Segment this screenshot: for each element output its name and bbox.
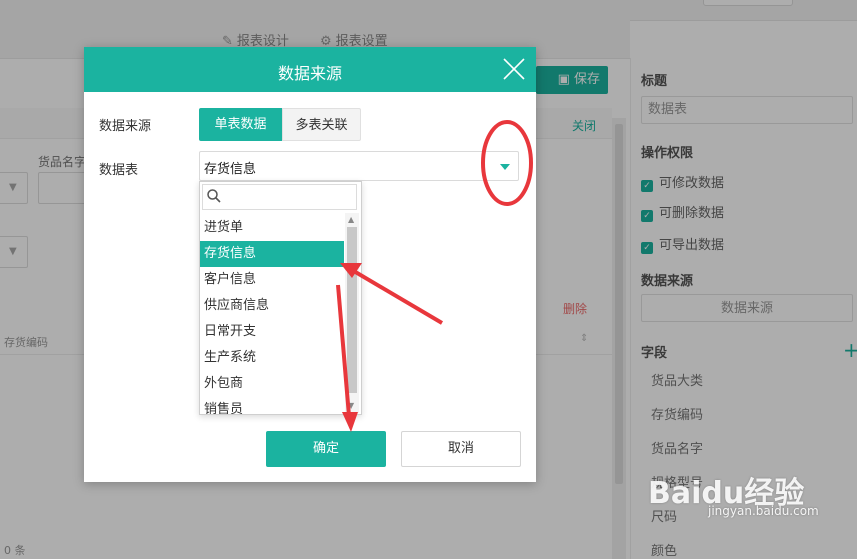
single-table-tab[interactable]: 单表数据 bbox=[199, 108, 282, 141]
dropdown-search-input[interactable] bbox=[202, 184, 357, 210]
dropdown-option[interactable]: 进货单 bbox=[200, 215, 344, 241]
dropdown-option[interactable]: 存货信息 bbox=[200, 241, 344, 267]
caret-down-icon[interactable] bbox=[500, 164, 510, 170]
dropdown-option[interactable]: 客户信息 bbox=[200, 267, 344, 293]
scroll-up-icon[interactable]: ▲ bbox=[348, 215, 354, 224]
scroll-down-icon[interactable]: ▼ bbox=[348, 401, 354, 410]
dropdown-option[interactable]: 供应商信息 bbox=[200, 293, 344, 319]
dropdown-scroll-thumb[interactable] bbox=[347, 227, 357, 393]
source-type-label: 数据来源 bbox=[99, 119, 152, 134]
close-icon[interactable] bbox=[502, 57, 526, 81]
table-label: 数据表 bbox=[99, 163, 139, 178]
table-select[interactable]: 存货信息 bbox=[199, 151, 519, 181]
dropdown-options: 进货单 存货信息 客户信息 供应商信息 日常开支 生产系统 外包商 销售员 bbox=[200, 215, 344, 414]
data-source-dialog: 数据来源 数据来源 单表数据 多表关联 数据表 存货信息 进货单 存货信息 客户信息… bbox=[84, 47, 536, 482]
dropdown-option[interactable]: 日常开支 bbox=[200, 319, 344, 345]
watermark-url: jingyan.baidu.com bbox=[708, 504, 819, 518]
dropdown-scrollbar[interactable]: ▲ ▼ bbox=[345, 213, 359, 413]
table-dropdown: 进货单 存货信息 客户信息 供应商信息 日常开支 生产系统 外包商 销售员 ▲ ▼ bbox=[199, 181, 362, 415]
cancel-button[interactable]: 取消 bbox=[401, 431, 521, 467]
confirm-button[interactable]: 确定 bbox=[266, 431, 386, 467]
dropdown-option[interactable]: 销售员 bbox=[200, 397, 344, 414]
selected-table: 存货信息 bbox=[204, 162, 257, 177]
search-icon bbox=[207, 189, 221, 203]
dialog-title: 数据来源 bbox=[277, 64, 342, 83]
dropdown-option[interactable]: 生产系统 bbox=[200, 345, 344, 371]
dialog-header: 数据来源 bbox=[84, 47, 536, 92]
dropdown-option[interactable]: 外包商 bbox=[200, 371, 344, 397]
multi-table-tab[interactable]: 多表关联 bbox=[282, 108, 361, 141]
